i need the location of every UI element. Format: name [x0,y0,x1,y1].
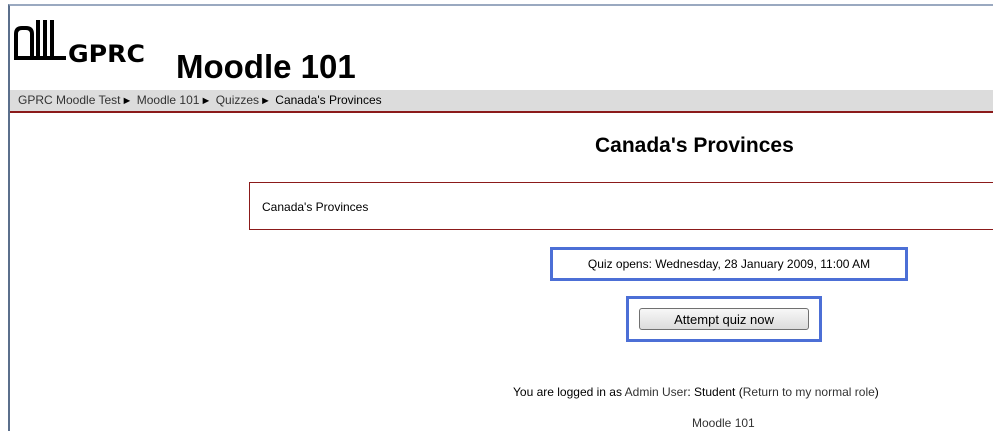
breadcrumb-separator-icon: ► [260,95,271,107]
role-name: Student [694,385,736,399]
quiz-intro-box: Canada's Provinces [249,182,993,230]
paren-close: ) [874,385,879,399]
attempt-quiz-button[interactable]: Attempt quiz now [639,308,809,330]
breadcrumb-quizzes[interactable]: Quizzes [216,93,259,107]
site-title: Moodle 101 [176,48,356,85]
footer-course-link[interactable]: Moodle 101 [692,416,755,430]
gprc-logo-icon [14,20,66,60]
quiz-opens-highlight: Quiz opens: Wednesday, 28 January 2009, … [550,247,908,281]
login-prefix: You are logged in as [513,385,625,399]
breadcrumb-site[interactable]: GPRC Moodle Test [18,93,121,107]
breadcrumb-separator-icon: ► [121,95,133,107]
paren-open: ( [735,385,743,399]
return-normal-role-link[interactable]: Return to my normal role [743,385,875,399]
role-separator: : [687,385,695,399]
attempt-highlight: Attempt quiz now [626,296,822,342]
logo-text: GPRC [68,40,146,68]
quiz-opens-text: Quiz opens: Wednesday, 28 January 2009, … [587,257,871,271]
user-profile-link[interactable]: Admin User [625,385,688,399]
page-title: Canada's Provinces [595,134,794,157]
gprc-logo[interactable]: GPRC [12,18,172,68]
breadcrumb-course[interactable]: Moodle 101 [137,93,200,107]
breadcrumb-current: Canada's Provinces [275,93,382,107]
quiz-intro-text: Canada's Provinces [262,200,369,214]
breadcrumb: GPRC Moodle Test► Moodle 101► Quizzes► C… [10,90,993,113]
login-info: You are logged in as Admin User: Student… [513,385,879,399]
breadcrumb-separator-icon: ► [200,95,212,107]
